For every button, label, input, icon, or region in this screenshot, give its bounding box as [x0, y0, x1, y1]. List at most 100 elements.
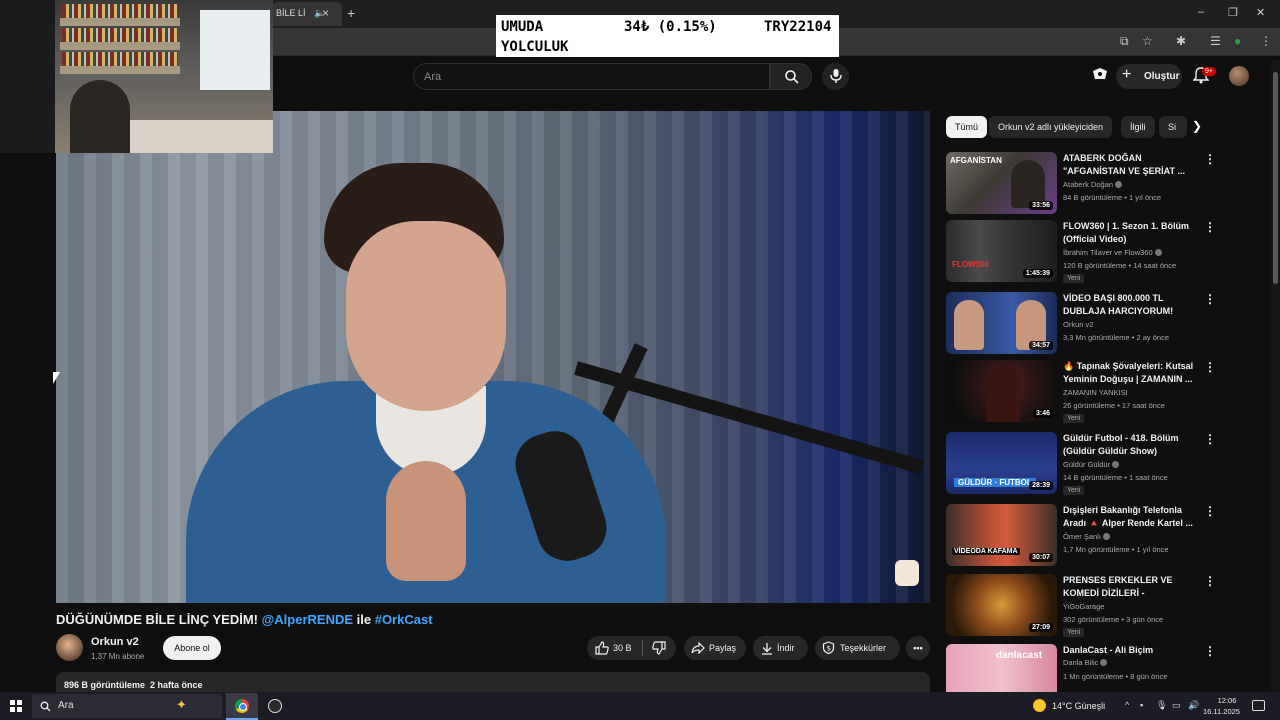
copilot-sparkle-icon[interactable]: ✦ [176, 697, 187, 713]
channel-name[interactable]: Orkun v2 [91, 636, 139, 648]
bookmark-star-icon[interactable]: ☆ [1142, 34, 1153, 48]
verified-icon [1115, 181, 1123, 188]
recommendation-item[interactable]: FLOW360 1:45:39 FLOW360 | 1. Sezon 1. Bö… [946, 220, 1216, 284]
recommendation-title[interactable]: Dışişleri Bakanlığı Telefonla Aradı 🔺 Al… [1063, 504, 1199, 530]
kebab-menu-icon[interactable]: ⋮ [1204, 504, 1216, 518]
clock-date[interactable]: 16.11.2025 [1203, 707, 1240, 716]
recommendation-title[interactable]: ATABERK DOĞAN "AFGANİSTAN VE ŞERİAT ... [1063, 152, 1199, 178]
tab-close-icon[interactable]: × [322, 6, 329, 20]
hashtag-link[interactable]: #OrkCast [375, 612, 433, 627]
volume-icon[interactable]: 🔊 [1188, 700, 1199, 711]
download-button[interactable]: İndir [753, 636, 808, 660]
voice-search-button[interactable] [822, 63, 849, 90]
kebab-menu-icon[interactable]: ⋮ [1204, 644, 1216, 658]
sun-icon[interactable] [1033, 699, 1046, 712]
clock-time[interactable]: 12:06 [1212, 696, 1242, 705]
kebab-menu-icon[interactable]: ⋮ [1204, 292, 1216, 306]
channel-watermark[interactable] [895, 560, 919, 586]
recommendation-item[interactable]: 34:57 VİDEO BAŞI 800.000 TL DUBLAJA HARC… [946, 292, 1216, 356]
recommendation-title[interactable]: VİDEO BAŞI 800.000 TL DUBLAJA HARCIYORUM… [1063, 292, 1199, 318]
recommendation-item[interactable]: 27:09 PRENSES ERKEKLER VE KOMEDİ DİZİLER… [946, 574, 1216, 638]
video-thumbnail[interactable]: danlacast [946, 644, 1057, 692]
kebab-menu-icon[interactable]: ⋮ [1204, 574, 1216, 588]
new-tab-button[interactable]: + [347, 5, 355, 21]
browser-menu-icon[interactable]: ⋮ [1260, 34, 1272, 48]
video-duration: 28:39 [1029, 481, 1053, 490]
obs-icon[interactable] [268, 699, 282, 713]
windows-start-icon[interactable] [10, 700, 22, 712]
verified-icon [1100, 659, 1108, 666]
download-label: İndir [777, 643, 795, 653]
chip-all[interactable]: Tümü [946, 116, 988, 138]
search-input[interactable]: Ara [413, 63, 770, 90]
recommendation-item[interactable]: 3:46 🔥 Tapınak Şövalyeleri: Kutsal Yemin… [946, 360, 1216, 424]
weather-text[interactable]: 14°C Güneşli [1052, 701, 1105, 711]
kebab-menu-icon[interactable]: ⋮ [1204, 152, 1216, 166]
mic-tray-icon[interactable]: 🎙 [1156, 700, 1167, 711]
thanks-label: Teşekkürler [840, 643, 887, 653]
close-window-button[interactable]: ✕ [1256, 6, 1265, 19]
install-app-icon[interactable]: ⧉ [1120, 34, 1129, 49]
chevron-right-icon[interactable]: ❯ [1192, 119, 1202, 133]
subscribe-button[interactable]: Abone ol [163, 636, 221, 660]
recommendation-title[interactable]: Güldür Futbol - 418. Bölüm (Güldür Güldü… [1063, 432, 1199, 458]
tray-app-icon[interactable]: ▪ [1140, 700, 1143, 710]
download-icon [762, 643, 772, 655]
video-thumbnail[interactable]: 3:46 [946, 360, 1057, 422]
video-thumbnail[interactable]: 34:57 [946, 292, 1057, 354]
recommendation-item[interactable]: VİDEODA KAFAMA 30:07 Dışişleri Bakanlığı… [946, 504, 1216, 568]
cast-icon[interactable] [1092, 67, 1108, 86]
like-button[interactable]: 30 B [587, 636, 642, 660]
recommendation-meta: 120 B görüntüleme • 14 saat önce [1063, 261, 1177, 270]
recommendation-meta: 26 görüntüleme • 17 saat önce [1063, 401, 1165, 410]
chip-related[interactable]: İlgili [1121, 116, 1155, 138]
scrollbar-thumb[interactable] [1273, 72, 1278, 284]
video-thumbnail[interactable]: GÜLDÜR · FUTBOL 28:39 [946, 432, 1057, 494]
profile-icon[interactable]: ● [1234, 34, 1241, 48]
dislike-button[interactable] [643, 636, 676, 660]
video-duration: 30:07 [1029, 553, 1053, 562]
recommendation-item[interactable]: danlacast DanlaCast - Ali Biçim Danla Bi… [946, 644, 1216, 692]
tray-chevron-icon[interactable]: ^ [1125, 700, 1129, 710]
channel-avatar[interactable] [56, 634, 83, 661]
video-thumbnail[interactable]: FLOW360 1:45:39 [946, 220, 1057, 282]
share-button[interactable]: Paylaş [684, 636, 746, 660]
recommendation-title[interactable]: PRENSES ERKEKLER VE KOMEDİ DİZİLERİ - Lo… [1063, 574, 1199, 600]
recommendation-item[interactable]: GÜLDÜR · FUTBOL 28:39 Güldür Futbol - 41… [946, 432, 1216, 496]
recommendation-meta: 1 Mn görüntüleme • 8 gün önce [1063, 672, 1168, 681]
video-thumbnail[interactable]: VİDEODA KAFAMA 30:07 [946, 504, 1057, 566]
more-actions-button[interactable]: ••• [906, 636, 930, 660]
account-avatar[interactable] [1229, 66, 1249, 86]
verified-icon [1102, 533, 1110, 540]
ticker-name-line1: UMUDA [501, 19, 544, 35]
chip-partial[interactable]: Si [1159, 116, 1187, 138]
thanks-button[interactable]: $ Teşekkürler [815, 636, 900, 660]
network-icon[interactable]: ▭ [1172, 700, 1181, 711]
browser-tab[interactable]: BİLE Lİ 🔈 [272, 2, 342, 26]
minimize-button[interactable]: – [1198, 6, 1204, 18]
thumbnail-knight [986, 366, 1020, 422]
taskbar-chrome[interactable] [226, 693, 258, 720]
like-count: 30 B [613, 643, 632, 653]
kebab-menu-icon[interactable]: ⋮ [1204, 432, 1216, 446]
taskbar-search-icon [40, 699, 51, 717]
restore-button[interactable]: ❐ [1228, 6, 1238, 19]
search-icon [785, 70, 799, 84]
recommendation-title[interactable]: FLOW360 | 1. Sezon 1. Bölüm (Official Vi… [1063, 220, 1199, 246]
notification-center-icon[interactable] [1252, 700, 1265, 711]
video-thumbnail[interactable]: AFGANİSTAN 33:56 [946, 152, 1057, 214]
kebab-menu-icon[interactable]: ⋮ [1204, 360, 1216, 374]
recommendation-item[interactable]: AFGANİSTAN 33:56 ATABERK DOĞAN "AFGANİST… [946, 152, 1216, 216]
chip-from-uploader[interactable]: Orkun v2 adlı yükleyiciden [989, 116, 1113, 138]
recommendation-title[interactable]: DanlaCast - Ali Biçim [1063, 644, 1199, 657]
kebab-menu-icon[interactable]: ⋮ [1204, 220, 1216, 234]
ticker-name-line2: YOLCULUK [501, 39, 569, 55]
taskbar-search[interactable]: Ara [32, 694, 222, 718]
search-button[interactable] [770, 63, 812, 90]
mention-link[interactable]: @AlperRENDE [262, 612, 353, 627]
video-thumbnail[interactable]: 27:09 [946, 574, 1057, 636]
video-player[interactable] [56, 111, 930, 603]
reading-list-icon[interactable]: ☰ [1210, 34, 1221, 48]
recommendation-title[interactable]: 🔥 Tapınak Şövalyeleri: Kutsal Yeminin Do… [1063, 360, 1199, 386]
extensions-icon[interactable]: ✱ [1176, 34, 1186, 48]
